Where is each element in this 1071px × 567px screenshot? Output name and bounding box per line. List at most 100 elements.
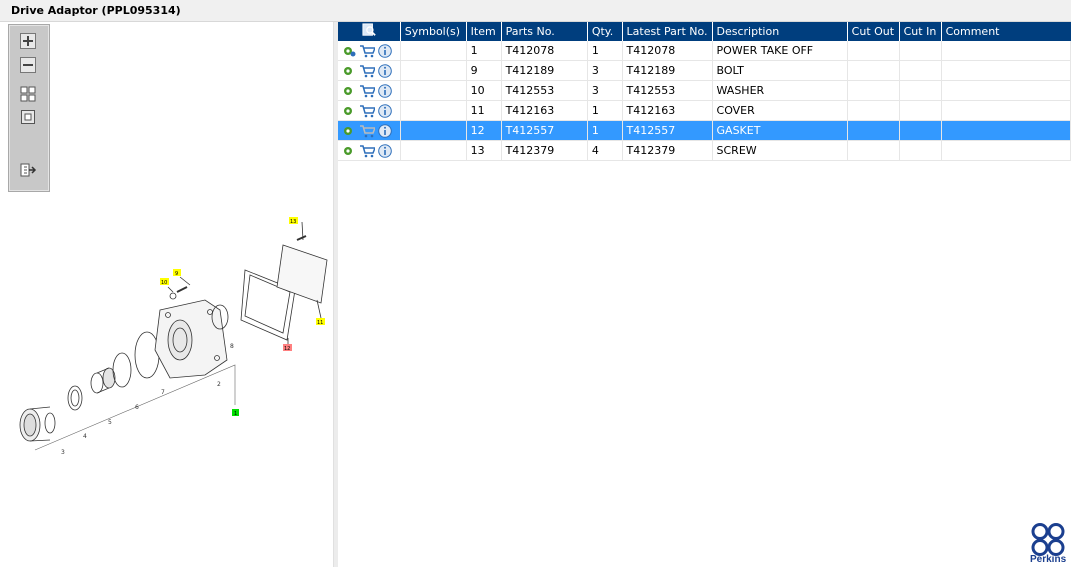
quantity-cell: 1 bbox=[587, 41, 623, 61]
quantity-cell: 4 bbox=[587, 140, 623, 161]
callout-13[interactable]: 13 bbox=[290, 219, 296, 225]
zoom-out-icon[interactable] bbox=[20, 57, 36, 73]
table-row[interactable]: 10 T412553 3 T412553 WASHER bbox=[338, 80, 1071, 101]
find-in-diagram-icon[interactable] bbox=[362, 23, 376, 37]
part-number-cell: T412078 bbox=[501, 41, 588, 61]
part-label-2: 2 bbox=[217, 381, 221, 388]
column-header-actions[interactable] bbox=[338, 22, 401, 41]
info-icon[interactable] bbox=[378, 103, 392, 118]
fit-window-icon[interactable] bbox=[20, 109, 36, 125]
parts-list-grid: Symbol(s) Item Parts No. Qty. Latest Par… bbox=[338, 22, 1071, 567]
latest-part-number-cell: T412379 bbox=[622, 140, 713, 161]
zoom-in-icon[interactable] bbox=[20, 33, 36, 49]
add-to-cart-icon[interactable] bbox=[359, 144, 375, 158]
part-gear-icon[interactable] bbox=[342, 104, 356, 118]
row-action-icons bbox=[338, 120, 401, 141]
callout-1[interactable]: 1 bbox=[234, 411, 237, 417]
part-number-cell: T412189 bbox=[501, 60, 588, 81]
description-cell: WASHER bbox=[712, 80, 848, 101]
table-row[interactable]: 13 T412379 4 T412379 SCREW bbox=[338, 140, 1071, 161]
add-to-cart-icon[interactable] bbox=[359, 104, 375, 118]
symbol-cell bbox=[400, 120, 467, 141]
latest-part-number-cell: T412189 bbox=[622, 60, 713, 81]
description-cell: SCREW bbox=[712, 140, 848, 161]
item-cell: 9 bbox=[466, 60, 502, 81]
cut-in-cell bbox=[899, 41, 942, 61]
symbol-cell bbox=[400, 100, 467, 121]
info-icon[interactable] bbox=[378, 63, 392, 78]
latest-part-number-cell: T412557 bbox=[622, 120, 713, 141]
quantity-cell: 1 bbox=[587, 100, 623, 121]
fit-all-icon[interactable] bbox=[20, 86, 36, 102]
column-header-comment[interactable]: Comment bbox=[941, 22, 1071, 41]
table-row[interactable]: 12 T412557 1 T412557 GASKET bbox=[338, 120, 1071, 141]
column-header-parts-no[interactable]: Parts No. bbox=[501, 22, 588, 41]
callout-9[interactable]: 9 bbox=[175, 271, 178, 277]
add-to-cart-icon[interactable] bbox=[359, 44, 375, 58]
row-action-icons bbox=[338, 100, 401, 121]
column-header-qty[interactable]: Qty. bbox=[587, 22, 623, 41]
row-action-icons bbox=[338, 80, 401, 101]
cut-in-cell bbox=[899, 100, 942, 121]
add-to-cart-icon[interactable] bbox=[359, 124, 375, 138]
window-title: Drive Adaptor (PPL095314) bbox=[11, 4, 181, 17]
part-gear-icon[interactable] bbox=[342, 124, 356, 138]
table-row[interactable]: 1 T412078 1 T412078 POWER TAKE OFF bbox=[338, 41, 1071, 61]
latest-part-number-cell: T412163 bbox=[622, 100, 713, 121]
part-gear-icon[interactable] bbox=[342, 64, 356, 78]
row-action-icons bbox=[338, 140, 401, 161]
callout-11[interactable]: 11 bbox=[317, 320, 323, 326]
cover-part bbox=[276, 244, 328, 304]
item-cell: 1 bbox=[466, 41, 502, 61]
part-label-4: 4 bbox=[83, 433, 87, 440]
add-to-cart-icon[interactable] bbox=[359, 84, 375, 98]
part-label-6: 6 bbox=[135, 404, 139, 411]
cut-out-cell bbox=[847, 60, 900, 81]
column-header-cut-out[interactable]: Cut Out bbox=[847, 22, 900, 41]
screw-part bbox=[296, 235, 307, 241]
info-icon[interactable] bbox=[378, 143, 392, 158]
bearing-part bbox=[90, 367, 116, 394]
description-cell: COVER bbox=[712, 100, 848, 121]
column-header-latest-part-no[interactable]: Latest Part No. bbox=[622, 22, 713, 41]
table-row[interactable]: 11 T412163 1 T412163 COVER bbox=[338, 100, 1071, 121]
cut-in-cell bbox=[899, 60, 942, 81]
table-row[interactable]: 9 T412189 3 T412189 BOLT bbox=[338, 60, 1071, 81]
comment-cell bbox=[941, 140, 1071, 161]
quantity-cell: 1 bbox=[587, 120, 623, 141]
quantity-cell: 3 bbox=[587, 60, 623, 81]
column-header-symbols[interactable]: Symbol(s) bbox=[400, 22, 467, 41]
bolt-part bbox=[176, 286, 188, 293]
assembly-gears-icon[interactable] bbox=[342, 44, 356, 58]
comment-cell bbox=[941, 60, 1071, 81]
item-cell: 11 bbox=[466, 100, 502, 121]
part-label-5: 5 bbox=[108, 419, 112, 426]
column-header-description[interactable]: Description bbox=[712, 22, 848, 41]
part-gear-icon[interactable] bbox=[342, 84, 356, 98]
row-action-icons bbox=[338, 60, 401, 81]
info-icon[interactable] bbox=[378, 123, 392, 138]
part-gear-icon[interactable] bbox=[342, 144, 356, 158]
symbol-cell bbox=[400, 41, 467, 61]
cut-in-cell bbox=[899, 140, 942, 161]
callout-10[interactable]: 10 bbox=[161, 280, 167, 286]
item-cell: 13 bbox=[466, 140, 502, 161]
comment-cell bbox=[941, 100, 1071, 121]
info-icon[interactable] bbox=[378, 83, 392, 98]
column-header-cut-in[interactable]: Cut In bbox=[899, 22, 942, 41]
info-icon[interactable] bbox=[378, 43, 392, 58]
part-number-cell: T412379 bbox=[501, 140, 588, 161]
part-number-cell: T412163 bbox=[501, 100, 588, 121]
latest-part-number-cell: T412553 bbox=[622, 80, 713, 101]
brand-name: Perkins bbox=[1030, 554, 1067, 565]
description-cell: GASKET bbox=[712, 120, 848, 141]
callout-12[interactable]: 12 bbox=[284, 346, 290, 352]
seal-ring-part bbox=[134, 331, 160, 379]
title-bar: Drive Adaptor (PPL095314) bbox=[0, 0, 1071, 22]
add-to-cart-icon[interactable] bbox=[359, 64, 375, 78]
gear-part bbox=[19, 406, 56, 442]
header-row: Symbol(s) Item Parts No. Qty. Latest Par… bbox=[338, 22, 1071, 41]
export-icon[interactable] bbox=[20, 162, 37, 178]
cut-out-cell bbox=[847, 100, 900, 121]
column-header-item[interactable]: Item bbox=[466, 22, 502, 41]
